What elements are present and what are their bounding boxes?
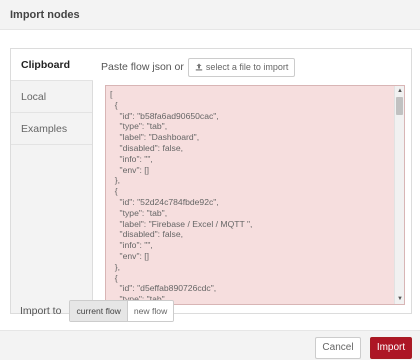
scroll-down-icon[interactable]: ▼ xyxy=(395,294,404,304)
dialog-title: Import nodes xyxy=(0,0,420,30)
scroll-up-icon[interactable]: ▲ xyxy=(395,86,404,96)
paste-label: Paste flow json or xyxy=(101,61,184,73)
tab-examples[interactable]: Examples xyxy=(11,113,92,145)
tab-clipboard[interactable]: Clipboard xyxy=(11,49,93,81)
import-target-toggle: current flow new flow xyxy=(69,300,175,322)
paste-row: Paste flow json or select a file to impo… xyxy=(101,57,403,77)
import-to-row: Import to current flow new flow xyxy=(20,300,175,322)
scroll-thumb[interactable] xyxy=(396,97,403,115)
json-scrollbar[interactable]: ▲ ▼ xyxy=(394,86,404,304)
dialog-footer: Cancel Import xyxy=(0,330,420,360)
import-button[interactable]: Import xyxy=(370,337,412,359)
clipboard-tab-body: Paste flow json or select a file to impo… xyxy=(93,49,411,313)
import-to-label: Import to xyxy=(20,305,62,317)
dialog-content: Clipboard Local Examples Paste flow json… xyxy=(0,30,420,330)
tab-local[interactable]: Local xyxy=(11,81,92,113)
current-flow-option[interactable]: current flow xyxy=(70,301,127,321)
json-textarea[interactable]: [ { "id": "b58fa6ad90650cac", "type": "t… xyxy=(105,85,405,305)
import-source-tabs: Clipboard Local Examples xyxy=(11,49,93,313)
import-nodes-dialog: Import nodes Clipboard Local Examples Pa… xyxy=(0,0,420,360)
import-panel: Clipboard Local Examples Paste flow json… xyxy=(10,48,412,314)
json-text: [ { "id": "b58fa6ad90650cac", "type": "t… xyxy=(110,89,253,305)
new-flow-option[interactable]: new flow xyxy=(126,301,174,321)
cancel-button[interactable]: Cancel xyxy=(315,337,361,359)
select-file-button[interactable]: select a file to import xyxy=(187,57,296,77)
upload-icon xyxy=(195,63,203,71)
select-file-label: select a file to import xyxy=(205,62,289,72)
